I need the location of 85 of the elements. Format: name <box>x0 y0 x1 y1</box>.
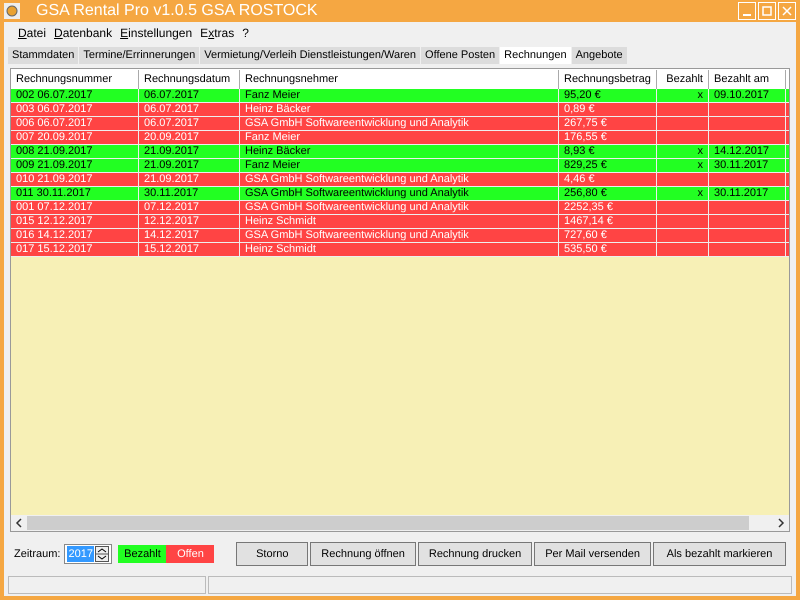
table-cell: 15.12.2017 <box>139 243 240 256</box>
action-button[interactable]: Rechnung öffnen <box>310 542 416 566</box>
table-cell: 21.09.2017 <box>139 173 240 186</box>
table-cell: Fanz Meier <box>240 159 559 172</box>
spinner-arrows-icon <box>95 546 110 562</box>
table-cell: x <box>657 159 709 172</box>
table-cell: 06.07.2017 <box>139 89 240 102</box>
table-cell: GSA GmbH Softwareentwicklung und Analytik <box>240 229 559 242</box>
maximize-button[interactable] <box>758 2 776 20</box>
table-cell: 30.11.2017 <box>709 159 786 172</box>
maximize-icon <box>762 6 772 16</box>
menu-item[interactable]: Extras <box>200 24 234 42</box>
table-cell: 256,80 € <box>559 187 657 200</box>
tab[interactable]: Rechnungen <box>500 47 571 64</box>
tab[interactable]: Termine/Errinnerungen <box>79 47 200 64</box>
table-cell: 010 21.09.2017 <box>11 173 139 186</box>
menu-item[interactable]: Datei <box>18 24 46 42</box>
table-cell: 95,20 € <box>559 89 657 102</box>
close-icon <box>782 6 792 16</box>
table-cell: x <box>657 187 709 200</box>
table-cell: x <box>657 89 709 102</box>
table-cell: 1467,14 € <box>559 215 657 228</box>
table-cell: 06.07.2017 <box>139 103 240 116</box>
table-cell: 001 07.12.2017 <box>11 201 139 214</box>
table-cell: GSA GmbH Softwareentwicklung und Analytik <box>240 187 559 200</box>
table-cell: 009 21.09.2017 <box>11 159 139 172</box>
table-cell: Heinz Bäcker <box>240 145 559 158</box>
table-cell: 12.12.2017 <box>139 215 240 228</box>
table-cell: 006 06.07.2017 <box>11 117 139 130</box>
table-cell: 8,93 € <box>559 145 657 158</box>
window-title: GSA Rental Pro v1.0.5 GSA ROSTOCK <box>36 1 318 21</box>
tab[interactable]: Stammdaten <box>8 47 78 64</box>
table-cell: Heinz Bäcker <box>240 103 559 116</box>
table-cell: 2252,35 € <box>559 201 657 214</box>
action-button[interactable]: Per Mail versenden <box>534 542 651 566</box>
menu-item[interactable]: Datenbank <box>54 24 112 42</box>
table-cell: 30.11.2017 <box>139 187 240 200</box>
legend-label: Offen <box>166 545 214 563</box>
table-cell: Heinz Schmidt <box>240 215 559 228</box>
tab[interactable]: Vermietung/Verleih Dienstleistungen/Waren <box>200 47 420 64</box>
app-logo-icon <box>4 3 20 19</box>
table-cell: 30.11.2017 <box>709 187 786 200</box>
table-cell: 008 21.09.2017 <box>11 145 139 158</box>
table-cell: Fanz Meier <box>240 89 559 102</box>
menu-item[interactable]: Einstellungen <box>120 24 192 42</box>
table-cell: 727,60 € <box>559 229 657 242</box>
table-cell: 176,55 € <box>559 131 657 144</box>
table-cell: 09.10.2017 <box>709 89 786 102</box>
tab[interactable]: Offene Posten <box>421 47 500 64</box>
action-button[interactable]: Storno <box>236 542 308 566</box>
table-cell: Fanz Meier <box>240 131 559 144</box>
table-cell: 20.09.2017 <box>139 131 240 144</box>
table-cell: GSA GmbH Softwareentwicklung und Analytik <box>240 173 559 186</box>
table-cell: 017 15.12.2017 <box>11 243 139 256</box>
table-cell: GSA GmbH Softwareentwicklung und Analytik <box>240 117 559 130</box>
table-cell: 002 06.07.2017 <box>11 89 139 102</box>
minimize-icon <box>743 14 751 16</box>
table-cell: 4,46 € <box>559 173 657 186</box>
close-button[interactable] <box>778 2 796 20</box>
menu-item[interactable]: ? <box>242 24 249 42</box>
table-cell: 007 20.09.2017 <box>11 131 139 144</box>
table-cell: 011 30.11.2017 <box>11 187 139 200</box>
table-cell: GSA GmbH Softwareentwicklung und Analytik <box>240 201 559 214</box>
action-button[interactable]: Rechnung drucken <box>418 542 532 566</box>
table-cell: 535,50 € <box>559 243 657 256</box>
table-cell: 267,75 € <box>559 117 657 130</box>
minimize-button[interactable] <box>738 2 756 20</box>
table-cell: x <box>657 145 709 158</box>
table-cell: 21.09.2017 <box>139 159 240 172</box>
table-cell: 016 14.12.2017 <box>11 229 139 242</box>
table-cell: Heinz Schmidt <box>240 243 559 256</box>
legend-label: Bezahlt <box>118 545 166 563</box>
horizontal-scrollbar[interactable] <box>11 515 789 531</box>
period-label: Zeitraum: <box>14 546 60 562</box>
table-cell: 003 06.07.2017 <box>11 103 139 116</box>
table-cell: 07.12.2017 <box>139 201 240 214</box>
table-cell: 829,25 € <box>559 159 657 172</box>
tab[interactable]: Angebote <box>572 47 627 64</box>
table-cell: 14.12.2017 <box>709 145 786 158</box>
action-button[interactable]: Als bezahlt markieren <box>653 542 786 566</box>
table-cell: 06.07.2017 <box>139 117 240 130</box>
table-cell: 14.12.2017 <box>139 229 240 242</box>
table-cell: 0,89 € <box>559 103 657 116</box>
table-cell: 21.09.2017 <box>139 145 240 158</box>
table-cell: 015 12.12.2017 <box>11 215 139 228</box>
